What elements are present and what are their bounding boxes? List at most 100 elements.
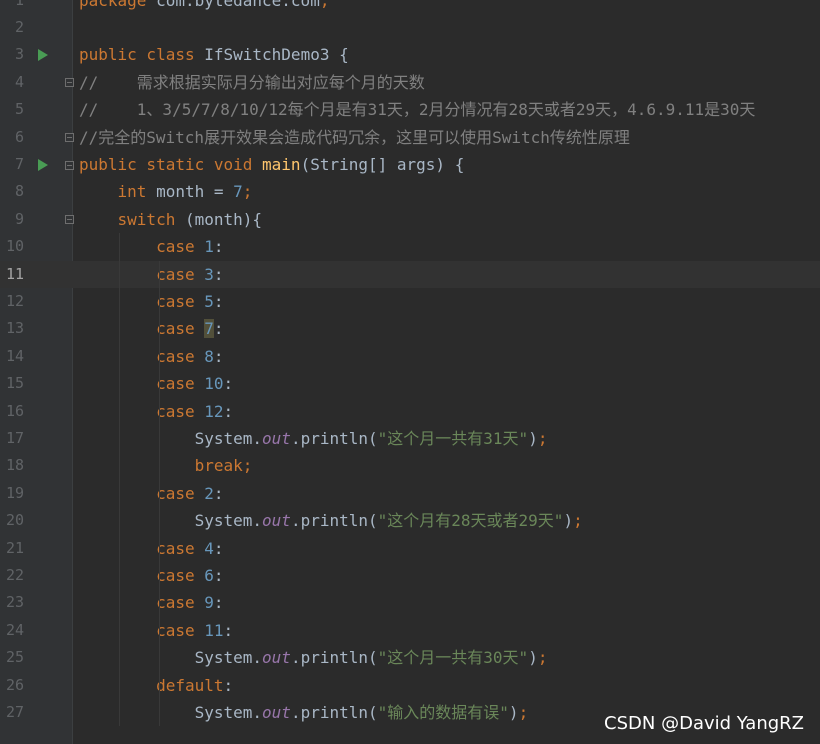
code-text: case 10:: [79, 370, 233, 397]
code-line[interactable]: 18 break;: [0, 452, 820, 479]
code-line[interactable]: 4 // 需求根据实际月分输出对应每个月的天数: [0, 69, 820, 96]
line-number: 12: [5, 291, 24, 310]
code-token: ;: [319, 0, 330, 10]
code-token: ;: [242, 182, 253, 202]
code-line[interactable]: 19 case 2:: [0, 480, 820, 507]
fold-icon[interactable]: [65, 160, 74, 170]
code-token: :: [213, 483, 224, 503]
code-token: :: [223, 401, 234, 421]
code-token: 11: [204, 620, 224, 640]
code-line[interactable]: 5 // 1、3/5/7/8/10/12每个月是有31天，2月分情况有28天或者2…: [0, 96, 820, 123]
code-token: :: [213, 319, 224, 339]
line-number: 7: [14, 154, 24, 173]
line-number: 11: [5, 264, 24, 283]
line-number: 8: [14, 182, 24, 201]
code-text: // 需求根据实际月分输出对应每个月的天数: [79, 69, 425, 96]
code-text: case 5:: [79, 288, 224, 315]
code-line[interactable]: 23 case 9:: [0, 589, 820, 616]
code-line[interactable]: 26 default:: [0, 672, 820, 699]
line-number: 9: [14, 209, 24, 228]
code-token: (month){: [184, 209, 263, 229]
code-line[interactable]: 9 switch (month){: [0, 206, 820, 233]
code-line[interactable]: 12 case 5:: [0, 288, 820, 315]
code-line[interactable]: 20 System.out.println("这个月有28天或者29天");: [0, 507, 820, 534]
line-number: 21: [5, 538, 24, 557]
code-token: :: [213, 565, 224, 585]
code-line[interactable]: 15 case 10:: [0, 370, 820, 397]
code-token: 8: [204, 346, 214, 366]
code-token: break;: [194, 456, 253, 476]
code-text: case 1:: [79, 233, 223, 260]
code-line[interactable]: 2: [0, 14, 820, 41]
indent-guide: [119, 233, 120, 727]
code-token: System.: [79, 648, 263, 668]
code-text: System.out.println("输入的数据有误");: [79, 699, 529, 726]
line-number: 2: [14, 17, 24, 36]
code-token: ;: [537, 428, 548, 448]
code-token: com.bytedance.com: [156, 0, 320, 10]
code-token: case: [156, 565, 205, 585]
code-text: //完全的Switch展开效果会造成代码冗余，这里可以使用Switch传统性原理: [79, 124, 630, 151]
code-editor[interactable]: 1package com.bytedance.com; 2 3public clas…: [0, 0, 820, 744]
line-number: 15: [5, 374, 24, 393]
fold-icon[interactable]: [65, 78, 74, 88]
line-number: 6: [14, 127, 24, 146]
code-token: System.: [79, 702, 263, 722]
code-token: 4: [204, 538, 214, 558]
code-line[interactable]: 11 case 3:: [0, 260, 820, 288]
code-token: ;: [573, 511, 583, 531]
code-line[interactable]: 13 case 7:: [0, 315, 820, 342]
code-text: break;: [79, 452, 253, 479]
line-number: 14: [5, 346, 24, 365]
code-token: case: [156, 620, 205, 640]
code-token: int: [117, 182, 157, 202]
code-text: case 4:: [79, 535, 224, 562]
code-line[interactable]: 21 case 4:: [0, 535, 820, 562]
code-text: case 11:: [79, 617, 233, 644]
code-line[interactable]: 6 //完全的Switch展开效果会造成代码冗余，这里可以使用Switch传统性原…: [0, 124, 820, 151]
code-token: default: [156, 675, 224, 695]
code-token: :: [213, 291, 224, 311]
code-line[interactable]: 3 public class IfSwitchDemo3 {: [0, 41, 820, 68]
run-gutter-icon[interactable]: [38, 158, 48, 171]
code-token: out: [262, 511, 291, 531]
code-line[interactable]: 14 case 8:: [0, 343, 820, 370]
code-token: System.: [79, 428, 263, 448]
line-number: 13: [5, 319, 24, 338]
code-line[interactable]: 17 System.out.println("这个月一共有31天");: [0, 425, 820, 452]
run-gutter-icon[interactable]: [38, 48, 48, 61]
code-token: switch: [117, 209, 185, 229]
code-token: :: [213, 538, 224, 558]
code-line[interactable]: 24 case 11:: [0, 617, 820, 644]
code-line[interactable]: 1 package com.bytedance.com;: [0, 0, 820, 14]
code-line[interactable]: 10 case 1:: [0, 233, 820, 260]
indent-guide: [159, 260, 160, 727]
code-token: :: [213, 264, 224, 284]
code-token: 12: [204, 401, 224, 421]
fold-icon[interactable]: [65, 215, 74, 225]
code-text: public class IfSwitchDemo3 {: [79, 41, 349, 68]
line-number: 1: [0, 0, 24, 14]
code-token: 1: [204, 237, 214, 257]
code-line[interactable]: 8 int month = 7;: [0, 178, 820, 205]
code-line[interactable]: 7 public static void main(String[] args) …: [0, 151, 820, 178]
code-token: case: [156, 593, 205, 613]
code-token: case: [156, 401, 205, 421]
code-line[interactable]: 25 System.out.println("这个月一共有30天");: [0, 644, 820, 671]
fold-icon[interactable]: [65, 133, 74, 143]
line-number: 10: [5, 237, 24, 256]
code-token: "这个月一共有30天": [377, 648, 529, 668]
code-token: "输入的数据有误": [377, 702, 509, 722]
code-line[interactable]: 16 case 12:: [0, 398, 820, 425]
code-token: ): [508, 702, 519, 722]
code-token: 7: [204, 319, 214, 339]
code-line[interactable]: 22 case 6:: [0, 562, 820, 589]
line-number: 20: [5, 511, 24, 530]
line-number: 18: [5, 456, 24, 475]
